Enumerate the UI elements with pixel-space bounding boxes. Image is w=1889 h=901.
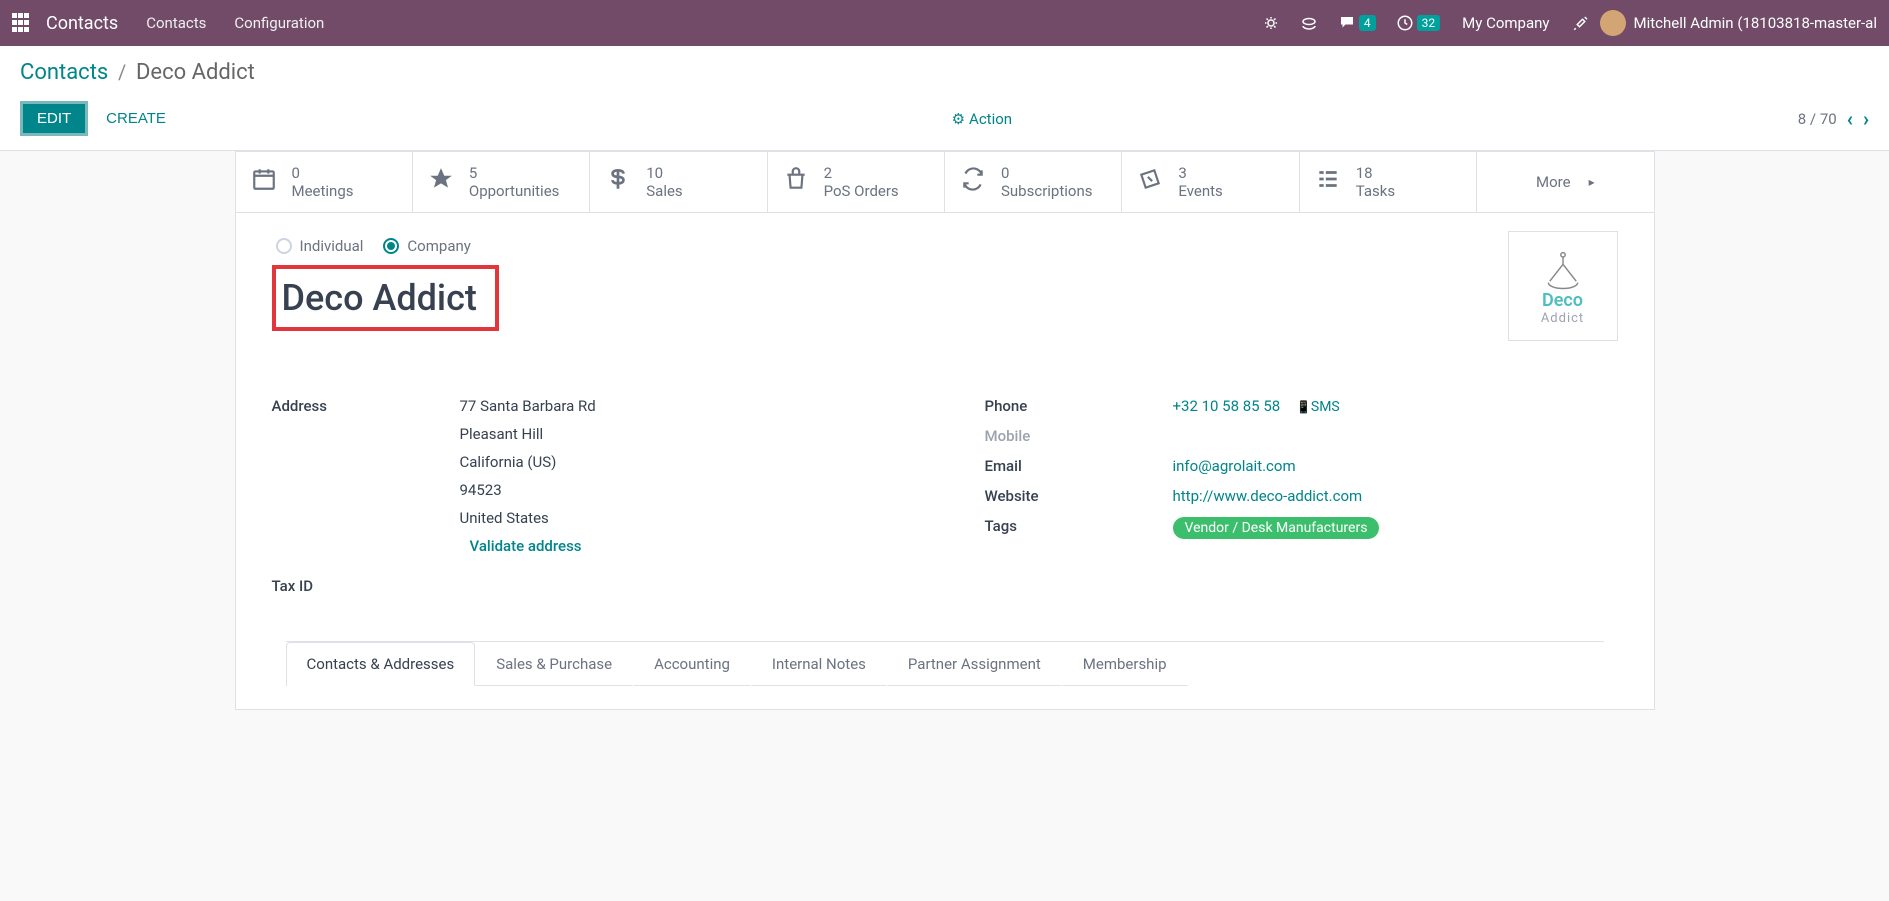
ticket-icon: [1136, 166, 1164, 198]
stat-subscriptions[interactable]: 0Subscriptions: [945, 152, 1122, 212]
website-label: Website: [985, 487, 1173, 505]
stat-pos-orders[interactable]: 2PoS Orders: [768, 152, 945, 212]
user-menu[interactable]: Mitchell Admin (18103818-master-al: [1634, 14, 1877, 32]
name-highlight: Deco Addict: [272, 265, 499, 331]
refresh-icon: [959, 166, 987, 198]
stat-sales[interactable]: 10Sales: [590, 152, 767, 212]
star-icon: [427, 166, 455, 198]
sms-button[interactable]: 📱SMS: [1296, 399, 1340, 415]
form-sheet: 0Meetings 5Opportunities 10Sales 2PoS Or…: [235, 151, 1655, 710]
top-navbar: Contacts Contacts Configuration 4 32 My …: [0, 0, 1889, 46]
pager-prev[interactable]: ‹: [1847, 107, 1853, 131]
stat-meetings[interactable]: 0Meetings: [236, 152, 413, 212]
mobile-icon: 📱: [1296, 400, 1311, 414]
action-label: Action: [969, 110, 1012, 128]
debug-tools-icon[interactable]: [1572, 14, 1590, 32]
more-label: More: [1536, 173, 1571, 191]
stat-more[interactable]: More ▸: [1477, 152, 1653, 212]
tab-partner-assignment[interactable]: Partner Assignment: [887, 642, 1062, 686]
stat-opportunities[interactable]: 5Opportunities: [413, 152, 590, 212]
email-value[interactable]: info@agrolait.com: [1173, 457, 1296, 475]
pager-next[interactable]: ›: [1863, 107, 1869, 131]
phone-label: Phone: [985, 397, 1173, 415]
website-value[interactable]: http://www.deco-addict.com: [1173, 487, 1363, 505]
tab-membership[interactable]: Membership: [1062, 642, 1188, 686]
taxid-label: Tax ID: [272, 577, 460, 595]
logo-text: Deco: [1542, 290, 1583, 311]
edit-button[interactable]: EDIT: [20, 101, 88, 136]
tab-sales-purchase[interactable]: Sales & Purchase: [475, 642, 633, 686]
radio-individual-label: Individual: [300, 237, 364, 255]
company-selector[interactable]: My Company: [1462, 14, 1549, 32]
validate-address-button[interactable]: Validate address: [470, 537, 582, 555]
nav-configuration[interactable]: Configuration: [234, 14, 324, 32]
nav-contacts[interactable]: Contacts: [146, 14, 206, 32]
radio-company[interactable]: Company: [383, 237, 470, 255]
activities-icon[interactable]: 32: [1396, 14, 1441, 32]
tab-accounting[interactable]: Accounting: [633, 642, 751, 686]
company-logo[interactable]: Deco Addict: [1508, 231, 1618, 341]
company-type-radio: Individual Company: [276, 237, 1618, 255]
avatar[interactable]: [1600, 10, 1626, 36]
company-name: Deco Addict: [282, 277, 477, 319]
breadcrumb-current: Deco Addict: [136, 60, 255, 85]
stat-button-row: 0Meetings 5Opportunities 10Sales 2PoS Or…: [236, 152, 1654, 213]
mobile-value: [1173, 427, 1618, 445]
gear-icon: ⚙: [952, 110, 965, 128]
tabs: Contacts & Addresses Sales & Purchase Ac…: [286, 641, 1604, 685]
address-label: Address: [272, 397, 460, 565]
tasks-icon: [1314, 166, 1342, 198]
action-menu[interactable]: ⚙Action: [952, 110, 1012, 128]
support-icon[interactable]: [1300, 14, 1318, 32]
email-label: Email: [985, 457, 1173, 475]
app-brand[interactable]: Contacts: [46, 13, 118, 34]
dollar-icon: [604, 166, 632, 198]
calendar-icon: [250, 166, 278, 198]
tags-label: Tags: [985, 517, 1173, 539]
logo-subtext: Addict: [1541, 311, 1584, 326]
chevron-right-icon: ▸: [1589, 175, 1595, 189]
create-button[interactable]: CREATE: [106, 110, 166, 127]
tab-internal-notes[interactable]: Internal Notes: [751, 642, 887, 686]
stat-events[interactable]: 3Events: [1122, 152, 1299, 212]
address-value: 77 Santa Barbara Rd Pleasant Hill Califo…: [460, 397, 905, 565]
tab-contacts-addresses[interactable]: Contacts & Addresses: [286, 642, 476, 686]
messages-badge: 4: [1359, 15, 1376, 31]
breadcrumb: Contacts / Deco Addict: [0, 46, 1889, 91]
left-fields: Address 77 Santa Barbara Rd Pleasant Hil…: [272, 397, 905, 607]
breadcrumb-sep: /: [118, 60, 126, 84]
messages-icon[interactable]: 4: [1338, 14, 1376, 32]
pager: 8 / 70 ‹ ›: [1798, 107, 1869, 131]
control-bar: EDIT CREATE ⚙Action 8 / 70 ‹ ›: [0, 91, 1889, 151]
tag-chip[interactable]: Vendor / Desk Manufacturers: [1173, 517, 1380, 539]
pager-text: 8 / 70: [1798, 110, 1837, 128]
radio-icon: [276, 238, 292, 254]
stat-tasks[interactable]: 18Tasks: [1300, 152, 1477, 212]
shopping-bag-icon: [782, 166, 810, 198]
taxid-value: [460, 577, 905, 595]
phone-value[interactable]: +32 10 58 85 58: [1173, 397, 1281, 415]
radio-icon: [383, 238, 399, 254]
breadcrumb-root[interactable]: Contacts: [20, 60, 108, 85]
radio-company-label: Company: [407, 237, 470, 255]
apps-icon[interactable]: [12, 13, 32, 33]
radio-individual[interactable]: Individual: [276, 237, 364, 255]
mobile-label: Mobile: [985, 427, 1173, 445]
right-fields: Phone +32 10 58 85 58 📱SMS Mobile Email …: [985, 397, 1618, 607]
bug-icon[interactable]: [1262, 14, 1280, 32]
activities-badge: 32: [1417, 15, 1441, 31]
